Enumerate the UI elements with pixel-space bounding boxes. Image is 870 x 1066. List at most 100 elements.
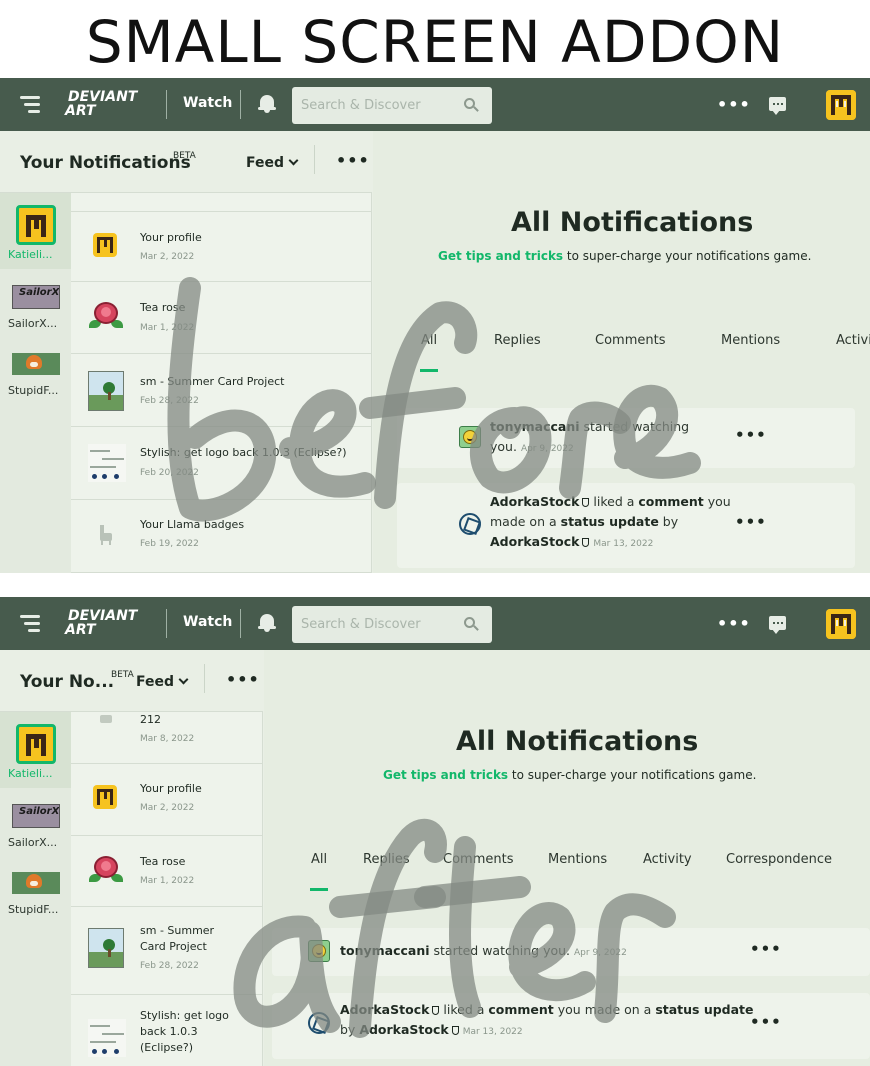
tab-all[interactable]: All — [311, 852, 327, 867]
list-item-title: Stylish: get logo back 1.0.3 (Eclipse?) — [140, 446, 347, 459]
bell-icon[interactable] — [258, 612, 276, 632]
status-update-link[interactable]: status update — [561, 514, 659, 529]
search-icon[interactable] — [464, 617, 479, 631]
tab-mentions[interactable]: Mentions — [548, 852, 607, 867]
list-item[interactable]: Your Llama badges Feb 19, 2022 — [71, 500, 371, 573]
search-input[interactable] — [292, 87, 452, 124]
screenshot-before: DEVIANT ART Watch ••• Your Notifications… — [0, 78, 870, 573]
sailorx-thumb-text: SailorX — [19, 806, 60, 817]
list-item-title: Tea rose — [140, 301, 186, 314]
tab-mentions[interactable]: Mentions — [721, 333, 780, 348]
bell-icon[interactable] — [258, 93, 276, 113]
tips-link[interactable]: Get tips and tricks — [383, 768, 508, 782]
status-update-link[interactable]: status update — [655, 1002, 753, 1017]
llama-icon — [99, 524, 113, 545]
tips-link[interactable]: Get tips and tricks — [438, 249, 563, 263]
watch-item-sailorx[interactable]: SailorX SailorX... — [0, 788, 71, 856]
divider — [166, 609, 167, 638]
list-item[interactable]: Stylish: get logo back 1.0.3 (Eclipse?) — [71, 995, 262, 1066]
notification-action: by — [658, 514, 679, 529]
watch-button[interactable]: Watch — [183, 95, 232, 111]
notification-date: Apr 9, 2022 — [520, 444, 574, 454]
tab-activity[interactable]: Activi — [836, 333, 870, 348]
panel-more-icon[interactable]: ••• — [226, 670, 260, 689]
deviantart-logo[interactable]: DEVIANT ART — [65, 609, 137, 637]
author-link[interactable]: AdorkaStock — [490, 534, 579, 549]
notification-more-icon[interactable]: ••• — [750, 940, 782, 958]
username-link[interactable]: tonymaccani — [490, 419, 580, 434]
page-heading: SMALL SCREEN ADDON — [85, 8, 785, 76]
fox-thumbnail — [12, 353, 60, 375]
divider — [240, 609, 241, 638]
hamburger-icon[interactable] — [20, 615, 40, 632]
notification-more-icon[interactable]: ••• — [750, 1013, 782, 1031]
sailorx-thumb-text: SailorX — [19, 287, 60, 298]
watch-item-stupidf[interactable]: StupidF... — [0, 856, 71, 926]
username-link[interactable]: AdorkaStock — [490, 494, 579, 509]
more-icon[interactable]: ••• — [717, 614, 751, 633]
watch-item-stupidf[interactable]: StupidF... — [0, 337, 71, 407]
rose-thumbnail — [89, 298, 123, 332]
watch-item-katieli[interactable]: Katieli... — [0, 193, 71, 269]
tab-replies[interactable]: Replies — [494, 333, 541, 348]
divider — [204, 664, 205, 693]
list-item[interactable]: Your profile Mar 2, 2022 — [71, 212, 371, 282]
tab-all[interactable]: All — [421, 333, 437, 348]
more-icon[interactable]: ••• — [717, 95, 751, 114]
list-item[interactable]: sm - Summer Card Project Feb 28, 2022 — [71, 907, 262, 995]
search-input[interactable] — [292, 606, 452, 643]
list-item-title: Your Llama badges — [140, 518, 245, 531]
notification-card[interactable]: tonymaccani started watching you. Apr 9,… — [272, 928, 870, 976]
notification-card[interactable]: tonymaccani started watching you. Apr 9,… — [397, 408, 855, 468]
title-line: (Eclipse?) — [140, 1041, 194, 1054]
notification-action: liked a — [589, 494, 639, 509]
list-item[interactable]: Tea rose Mar 1, 2022 — [71, 836, 262, 907]
notification-list: Your profile Mar 2, 2022 Tea rose Mar 1,… — [71, 193, 372, 573]
hamburger-icon[interactable] — [20, 96, 40, 113]
title-line: back 1.0.3 — [140, 1025, 198, 1038]
list-item-date: Mar 1, 2022 — [140, 876, 195, 886]
notification-card[interactable]: AdorkaStock liked a comment you made on … — [397, 483, 855, 568]
feed-dropdown[interactable]: Feed — [246, 155, 299, 171]
notification-card[interactable]: AdorkaStock liked a comment you made on … — [272, 993, 870, 1059]
list-item-title: Your profile — [140, 782, 202, 795]
watch-button[interactable]: Watch — [183, 614, 232, 630]
aperture-icon — [308, 1012, 330, 1034]
tab-activity[interactable]: Activity — [643, 852, 692, 867]
tab-replies[interactable]: Replies — [363, 852, 410, 867]
author-link[interactable]: AdorkaStock — [359, 1022, 448, 1037]
stylish-thumbnail — [88, 1019, 126, 1057]
notification-action: started watching you. — [429, 943, 571, 958]
list-item[interactable]: Your profile Mar 2, 2022 — [71, 764, 262, 836]
sailorx-thumbnail: SailorX — [12, 804, 60, 828]
notification-more-icon[interactable]: ••• — [735, 426, 767, 444]
list-item-title: 212 — [140, 713, 161, 726]
comment-link[interactable]: comment — [488, 1002, 553, 1017]
search-icon[interactable] — [464, 98, 479, 112]
username-link[interactable]: AdorkaStock — [340, 1002, 429, 1017]
feed-dropdown[interactable]: Feed — [136, 674, 189, 690]
list-item[interactable]: Tea rose Mar 1, 2022 — [71, 282, 371, 354]
watch-item-katieli[interactable]: Katieli... — [0, 712, 71, 788]
tab-comments[interactable]: Comments — [595, 333, 665, 348]
deviantart-logo[interactable]: DEVIANT ART — [65, 90, 137, 118]
watch-item-sailorx[interactable]: SailorX SailorX... — [0, 269, 71, 337]
notification-more-icon[interactable]: ••• — [735, 513, 767, 531]
comment-link[interactable]: comment — [638, 494, 703, 509]
panel-more-icon[interactable]: ••• — [336, 151, 370, 170]
main-panel: All Notifications Get tips and tricks to… — [373, 131, 870, 573]
list-item[interactable]: Stylish: get logo back 1.0.3 (Eclipse?) … — [71, 427, 371, 500]
badge-icon — [582, 538, 590, 547]
main-panel: All Notifications Get tips and tricks to… — [264, 650, 870, 1066]
list-item[interactable]: 212 Mar 8, 2022 — [71, 712, 262, 764]
avatar[interactable] — [826, 90, 856, 120]
notification-list: 212 Mar 8, 2022 Your profile Mar 2, 2022… — [71, 712, 263, 1066]
tab-correspondence[interactable]: Correspondence — [726, 852, 832, 867]
username-link[interactable]: tonymaccani — [340, 943, 430, 958]
list-item[interactable]: sm - Summer Card Project Feb 28, 2022 — [71, 354, 371, 427]
avatar[interactable] — [826, 609, 856, 639]
list-item-title: Your profile — [140, 231, 202, 244]
chat-icon[interactable] — [769, 616, 786, 634]
chat-icon[interactable] — [769, 97, 786, 115]
tab-comments[interactable]: Comments — [443, 852, 513, 867]
